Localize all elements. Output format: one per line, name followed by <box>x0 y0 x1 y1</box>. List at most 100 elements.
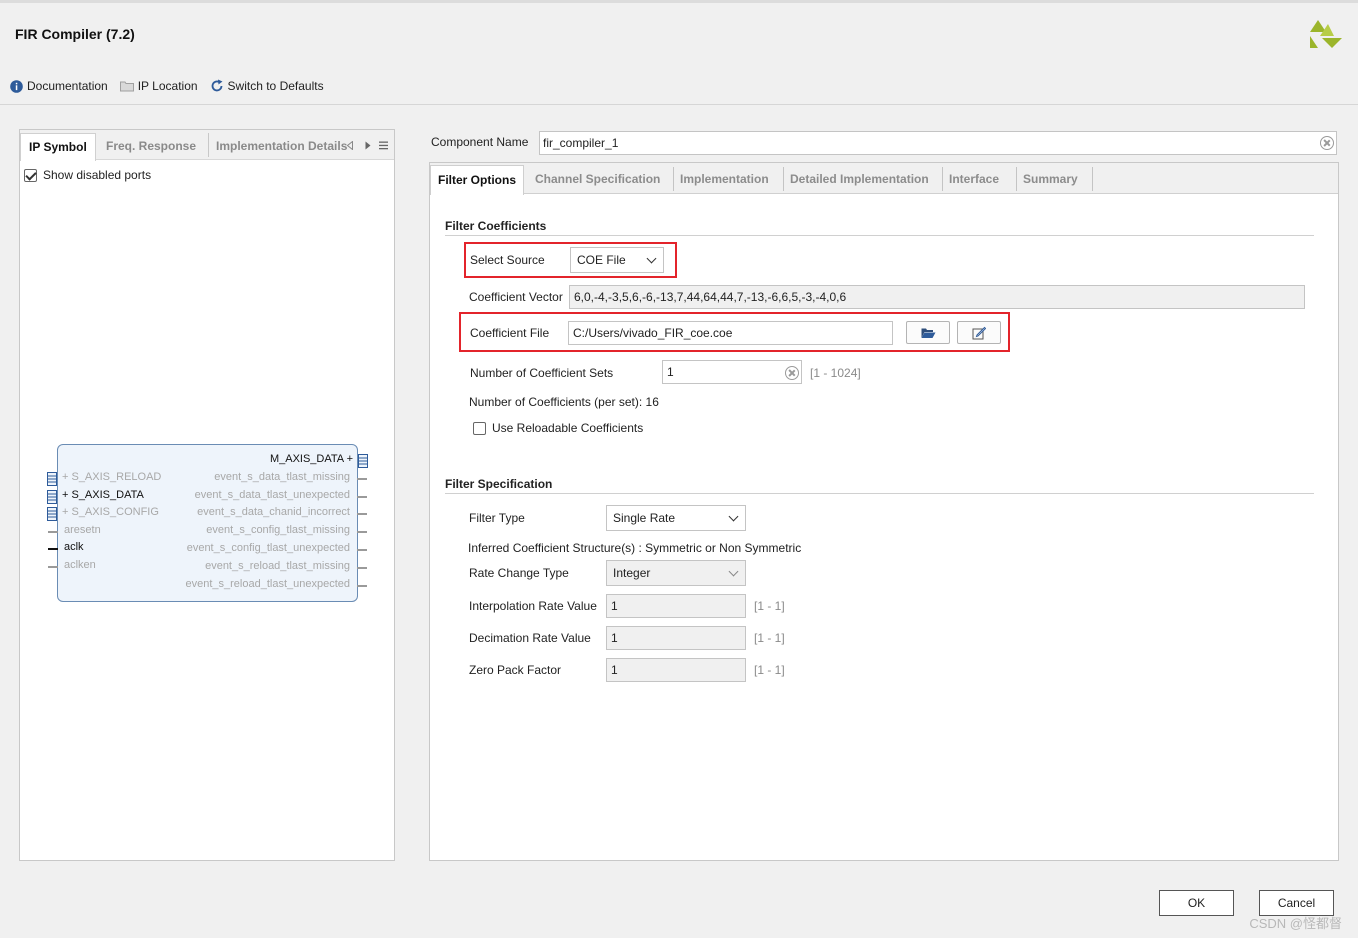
coefficient-file-label: Coefficient File <box>470 326 550 340</box>
bus-port-icon[interactable] <box>47 472 57 486</box>
tab-scroll-left-icon[interactable] <box>347 141 353 150</box>
documentation-label: Documentation <box>27 79 108 93</box>
port-pin[interactable] <box>48 566 58 568</box>
reloadable-coefficients-checkbox[interactable]: Use Reloadable Coefficients <box>473 421 643 435</box>
checkbox-unchecked-icon <box>473 421 486 435</box>
tab-implementation-details[interactable]: Implementation Details <box>208 133 356 160</box>
decimation-rate-label: Decimation Rate Value <box>469 631 591 645</box>
select-source-dropdown[interactable]: COE File <box>570 247 664 273</box>
header-divider <box>0 104 1358 105</box>
port-label: + S_AXIS_RELOAD <box>62 471 162 483</box>
window-title: FIR Compiler (7.2) <box>15 26 135 42</box>
ok-button[interactable]: OK <box>1159 890 1234 916</box>
port-pin[interactable] <box>357 549 367 551</box>
coefficient-vector-field: 6,0,-4,-3,5,6,-6,-13,7,44,64,44,7,-13,-6… <box>569 285 1305 309</box>
port-label: event_s_config_tlast_missing <box>206 524 350 537</box>
xilinx-logo-icon <box>1310 20 1342 48</box>
port-label: event_s_data_tlast_unexpected <box>194 488 350 501</box>
folder-icon <box>119 80 134 92</box>
tab-summary[interactable]: Summary <box>1016 165 1085 194</box>
port-pin[interactable] <box>357 584 367 587</box>
select-source-value: COE File <box>577 253 626 267</box>
switch-defaults-button[interactable]: Switch to Defaults <box>210 79 324 93</box>
tab-scroll-right-icon[interactable] <box>365 141 371 150</box>
ip-symbol-panel: IP Symbol Freq. Response Implementation … <box>19 129 395 861</box>
filter-specification-heading: Filter Specification <box>445 477 553 491</box>
zero-pack-factor-label: Zero Pack Factor <box>469 663 562 677</box>
bus-port-icon[interactable] <box>47 489 57 504</box>
reloadable-coefficients-label: Use Reloadable Coefficients <box>492 421 644 435</box>
inferred-structure-label: Inferred Coefficient Structure(s) : Symm… <box>468 541 802 555</box>
show-disabled-ports-checkbox[interactable]: Show disabled ports <box>24 168 151 182</box>
tab-ip-symbol[interactable]: IP Symbol <box>20 133 96 161</box>
bus-port-icon[interactable] <box>47 507 57 522</box>
config-tab-bar: Filter Options Channel Specification Imp… <box>430 163 1338 195</box>
edit-file-button[interactable] <box>957 321 1001 344</box>
component-name-input[interactable]: fir_compiler_1 <box>539 131 1337 155</box>
section-divider <box>445 235 1314 236</box>
port-label: event_s_reload_tlast_missing <box>205 559 350 572</box>
port-label: M_AXIS_DATA + <box>269 453 353 465</box>
section-divider <box>445 493 1314 494</box>
tab-detailed-implementation[interactable]: Detailed Implementation <box>783 165 936 194</box>
top-border <box>0 0 1358 3</box>
ip-location-button[interactable]: IP Location <box>119 79 198 93</box>
decimation-rate-input[interactable]: 1 <box>606 626 746 650</box>
component-name-label: Component Name <box>431 135 529 149</box>
tab-menu-icon[interactable] <box>379 141 388 150</box>
tab-freq-response[interactable]: Freq. Response <box>98 133 204 160</box>
num-coefficient-sets-input[interactable]: 1 <box>662 360 802 384</box>
port-label: event_s_data_chanid_incorrect <box>197 506 350 519</box>
toolbar: Documentation IP Location Switch to Defa… <box>10 78 336 94</box>
coefficient-file-input[interactable]: C:/Users/vivado_FIR_coe.coe <box>568 321 893 345</box>
chevron-down-icon <box>728 566 739 577</box>
documentation-button[interactable]: Documentation <box>10 79 108 93</box>
filter-type-dropdown[interactable]: Single Rate <box>606 505 746 531</box>
zero-pack-factor-range: [1 - 1] <box>754 663 785 677</box>
chevron-down-icon <box>646 253 657 264</box>
tab-interface[interactable]: Interface <box>942 165 1006 194</box>
port-pin[interactable] <box>357 513 367 516</box>
port-pin[interactable] <box>357 531 367 534</box>
port-label: + S_AXIS_DATA <box>62 488 144 501</box>
browse-file-button[interactable] <box>906 321 950 344</box>
ip-location-label: IP Location <box>137 79 198 93</box>
port-label: event_s_config_tlast_unexpected <box>186 542 350 554</box>
port-pin[interactable] <box>48 530 58 533</box>
interpolation-rate-range: [1 - 1] <box>754 599 785 613</box>
num-sets-clear-icon[interactable] <box>785 366 799 380</box>
info-icon <box>10 79 23 93</box>
bus-port-icon[interactable] <box>358 454 368 468</box>
tab-implementation[interactable]: Implementation <box>673 165 776 194</box>
filter-type-value: Single Rate <box>613 511 676 525</box>
refresh-icon <box>210 79 224 93</box>
left-tab-bar: IP Symbol Freq. Response Implementation … <box>20 130 394 161</box>
watermark: CSDN @怪都督 <box>1249 916 1342 931</box>
port-pin[interactable] <box>357 566 367 569</box>
port-pin[interactable] <box>357 495 367 498</box>
rate-change-type-value: Integer <box>613 566 651 580</box>
edit-icon <box>972 326 986 339</box>
port-pin[interactable] <box>48 548 58 551</box>
filter-coefficients-heading: Filter Coefficients <box>445 219 547 233</box>
checkbox-checked-icon <box>24 168 37 182</box>
tab-channel-specification[interactable]: Channel Specification <box>528 165 667 194</box>
component-name-clear-icon[interactable] <box>1320 136 1334 150</box>
zero-pack-factor-input[interactable]: 1 <box>606 658 746 682</box>
interpolation-rate-input[interactable]: 1 <box>606 594 746 618</box>
select-source-label: Select Source <box>470 253 545 267</box>
tab-filter-options[interactable]: Filter Options <box>430 165 524 195</box>
open-folder-icon <box>921 328 935 338</box>
tab-divider <box>1092 167 1093 191</box>
port-label: aresetn <box>64 523 101 536</box>
ip-symbol-block: + S_AXIS_RELOAD + S_AXIS_DATA + S_AXIS_CON… <box>47 444 368 602</box>
rate-change-type-dropdown[interactable]: Integer <box>606 560 746 586</box>
coefficient-vector-label: Coefficient Vector <box>469 290 563 304</box>
switch-defaults-label: Switch to Defaults <box>227 79 324 93</box>
port-label: aclken <box>64 559 96 571</box>
num-coefficient-sets-label: Number of Coefficient Sets <box>470 366 614 380</box>
decimation-rate-range: [1 - 1] <box>754 631 785 645</box>
interpolation-rate-label: Interpolation Rate Value <box>469 599 597 613</box>
chevron-down-icon <box>728 511 739 522</box>
port-pin[interactable] <box>357 477 367 480</box>
